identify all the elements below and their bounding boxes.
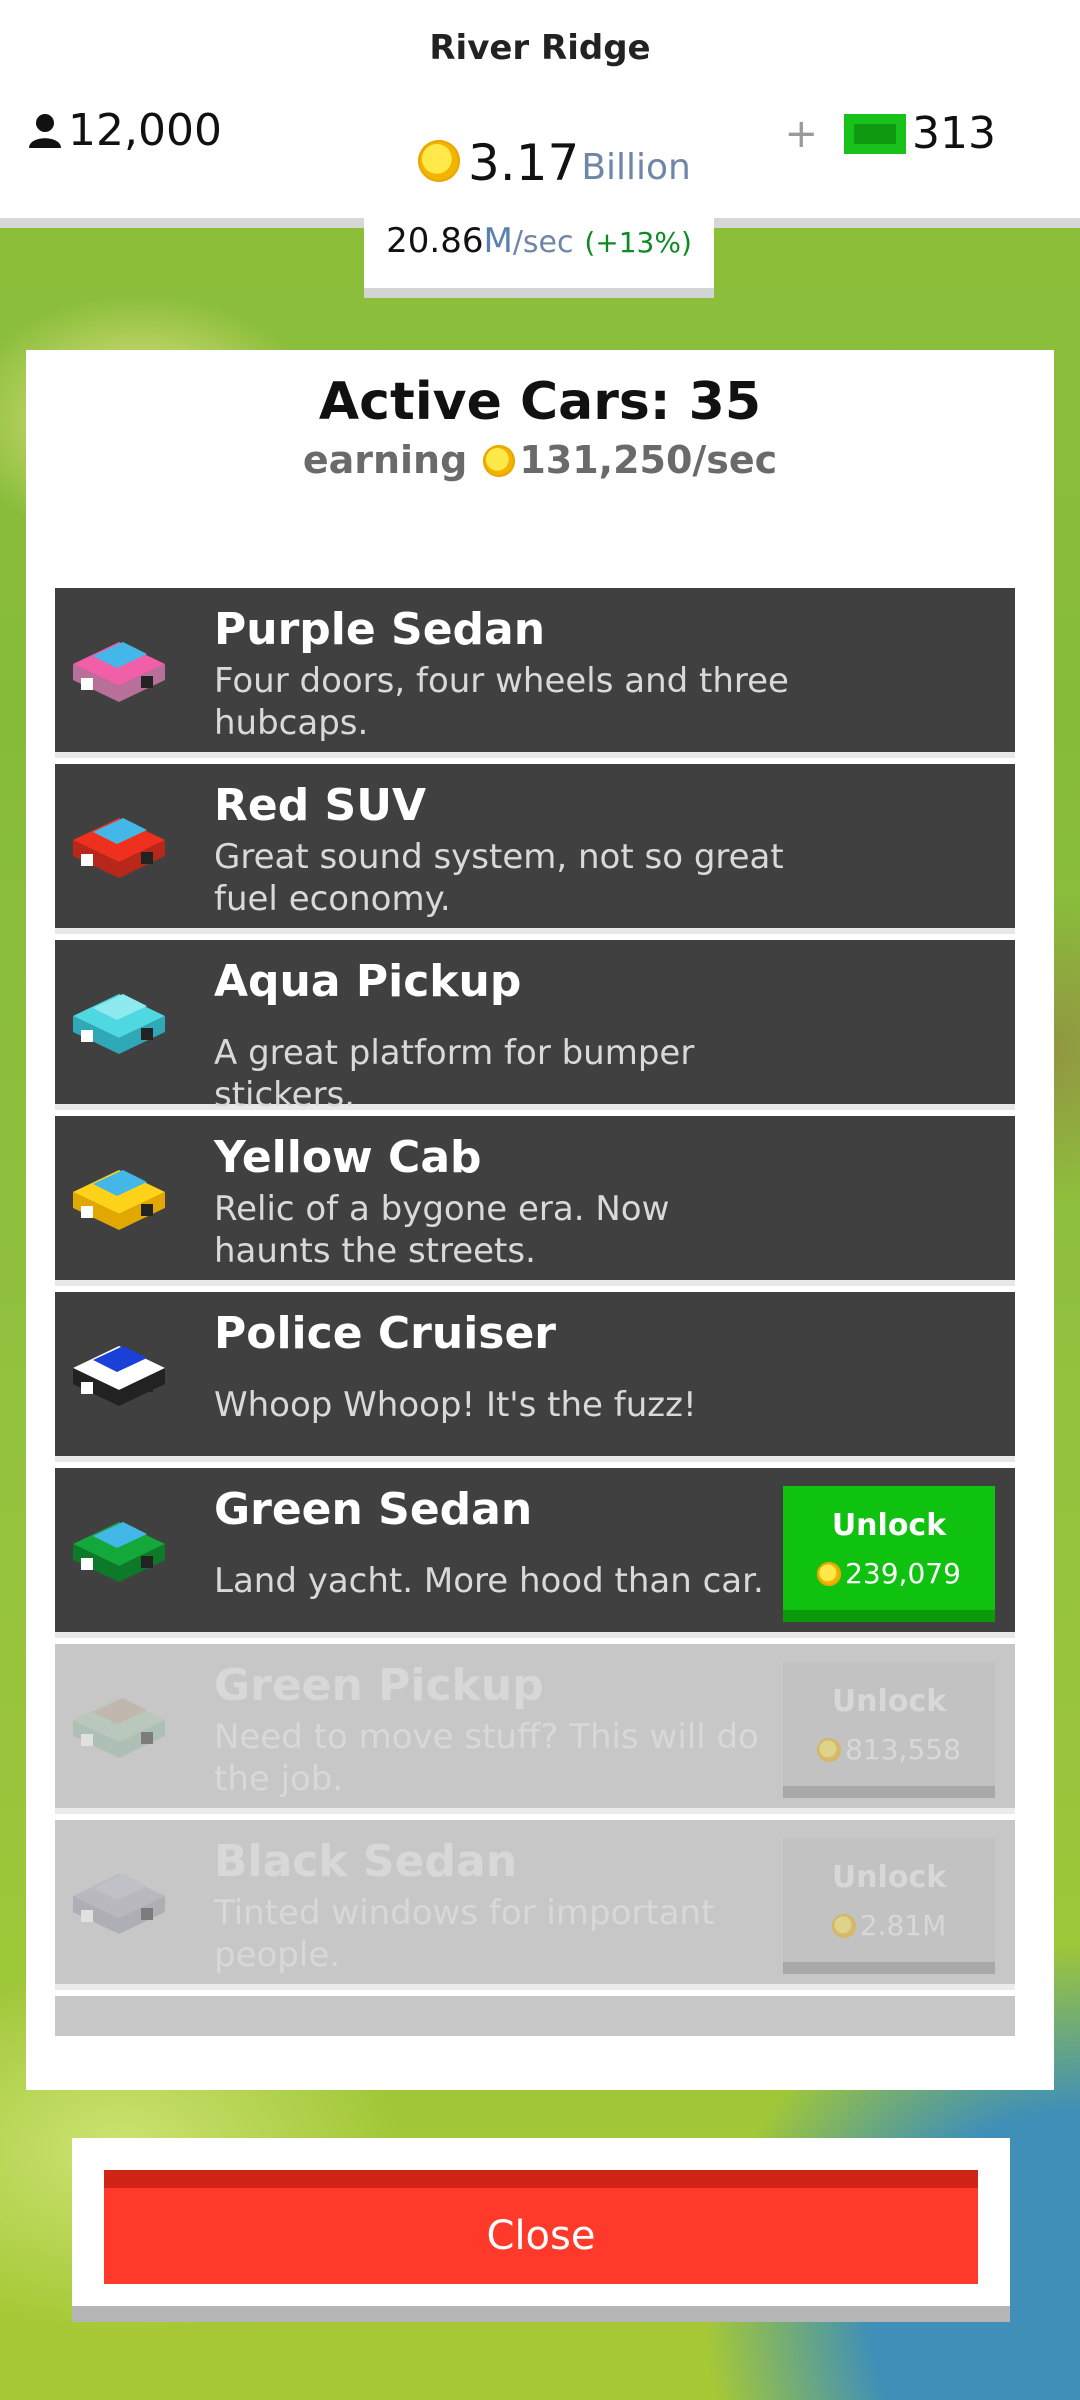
population-counter: 12,000	[28, 105, 222, 156]
green-pickup-icon	[73, 1698, 165, 1758]
car-description: Great sound system, not so great fuel ec…	[214, 837, 784, 919]
close-button[interactable]: Close	[104, 2170, 978, 2284]
unlock-label: Unlock	[831, 1684, 947, 1719]
coin-balance: 3.17 Billion	[418, 134, 691, 192]
car-description: Tinted windows for important people.	[214, 1893, 715, 1975]
purple-sedan-icon	[73, 642, 165, 702]
unlock-price: 239,079	[783, 1557, 995, 1590]
unlock-button[interactable]: Unlock 813,558	[783, 1662, 995, 1798]
car-name: Yellow Cab	[214, 1132, 482, 1183]
add-cash-icon[interactable]: +	[785, 111, 819, 157]
unlock-label: Unlock	[831, 1860, 947, 1895]
car-name: Black Sedan	[214, 1836, 518, 1887]
car-description: Relic of a bygone era. Now haunts the st…	[214, 1189, 670, 1271]
car-name: Purple Sedan	[214, 604, 546, 655]
car-row[interactable]: Purple Sedan Four doors, four wheels and …	[55, 588, 1015, 758]
police-cruiser-icon	[73, 1346, 165, 1406]
cash-amount: 313	[912, 108, 996, 159]
car-row[interactable]: Black Sedan Tinted windows for important …	[55, 1820, 1015, 1990]
coin-icon	[418, 140, 460, 182]
coin-unit: Billion	[581, 147, 691, 188]
car-list[interactable]: Purple Sedan Four doors, four wheels and …	[55, 588, 1015, 2036]
person-icon	[29, 113, 61, 148]
income-rate: 20.86M/sec (+13%)	[386, 221, 692, 261]
panel-title: Active Cars: 35	[318, 372, 762, 432]
income-bonus: (+13%)	[584, 226, 692, 259]
car-row[interactable]	[55, 1996, 1015, 2036]
car-description: Four doors, four wheels and three hubcap…	[214, 661, 789, 743]
green-sedan-icon	[73, 1522, 165, 1582]
car-row[interactable]: Aqua Pickup A great platform for bumper s…	[55, 940, 1015, 1115]
car-row[interactable]: Green Pickup Need to move stuff? This wil…	[55, 1644, 1015, 1814]
car-name: Aqua Pickup	[214, 956, 522, 1007]
close-panel: Close	[72, 2138, 1010, 2322]
car-row[interactable]: Yellow Cab Relic of a bygone era. Now hau…	[55, 1116, 1015, 1286]
car-row[interactable]: Green Sedan Land yacht. More hood than ca…	[55, 1468, 1015, 1638]
car-description: Land yacht. More hood than car.	[214, 1561, 764, 1601]
unlock-button[interactable]: Unlock 239,079	[783, 1486, 995, 1622]
cash-balance[interactable]: + 313	[785, 108, 997, 159]
cash-icon	[844, 113, 907, 154]
coin-icon	[817, 1738, 842, 1762]
car-description: Need to move stuff? This will do the job…	[214, 1717, 759, 1799]
earning-rate: earning 131,250/sec	[302, 438, 778, 482]
black-sedan-icon	[73, 1874, 165, 1934]
population-value: 12,000	[68, 105, 222, 156]
car-row[interactable]: Police Cruiser Whoop Whoop! It's the fuzz…	[55, 1292, 1015, 1462]
unlock-button[interactable]: Unlock 2.81M	[783, 1838, 995, 1974]
car-name: Red SUV	[214, 780, 427, 831]
coin-icon	[831, 1914, 856, 1938]
unlock-price: 813,558	[783, 1733, 995, 1766]
city-name: River Ridge	[429, 28, 651, 68]
top-bar: River Ridge 12,000 3.17 Billion + 313	[0, 0, 1080, 218]
coin-amount: 3.17	[468, 134, 580, 192]
car-name: Green Pickup	[214, 1660, 544, 1711]
car-description: A great platform for bumper stickers.	[214, 1033, 695, 1115]
car-row[interactable]: Red SUV Great sound system, not so great …	[55, 764, 1015, 934]
unlock-price: 2.81M	[783, 1909, 995, 1942]
car-name: Police Cruiser	[214, 1308, 557, 1359]
car-description: Whoop Whoop! It's the fuzz!	[214, 1385, 697, 1425]
yellow-cab-icon	[73, 1170, 165, 1230]
income-rate-tab: 20.86M/sec (+13%)	[364, 210, 714, 298]
aqua-pickup-icon	[73, 994, 165, 1054]
active-cars-panel: Active Cars: 35 earning 131,250/sec Purpl…	[26, 350, 1054, 2090]
coin-icon	[483, 445, 516, 477]
unlock-label: Unlock	[831, 1508, 947, 1543]
red-suv-icon	[73, 818, 165, 878]
car-name: Green Sedan	[214, 1484, 533, 1535]
coin-icon	[817, 1562, 842, 1586]
